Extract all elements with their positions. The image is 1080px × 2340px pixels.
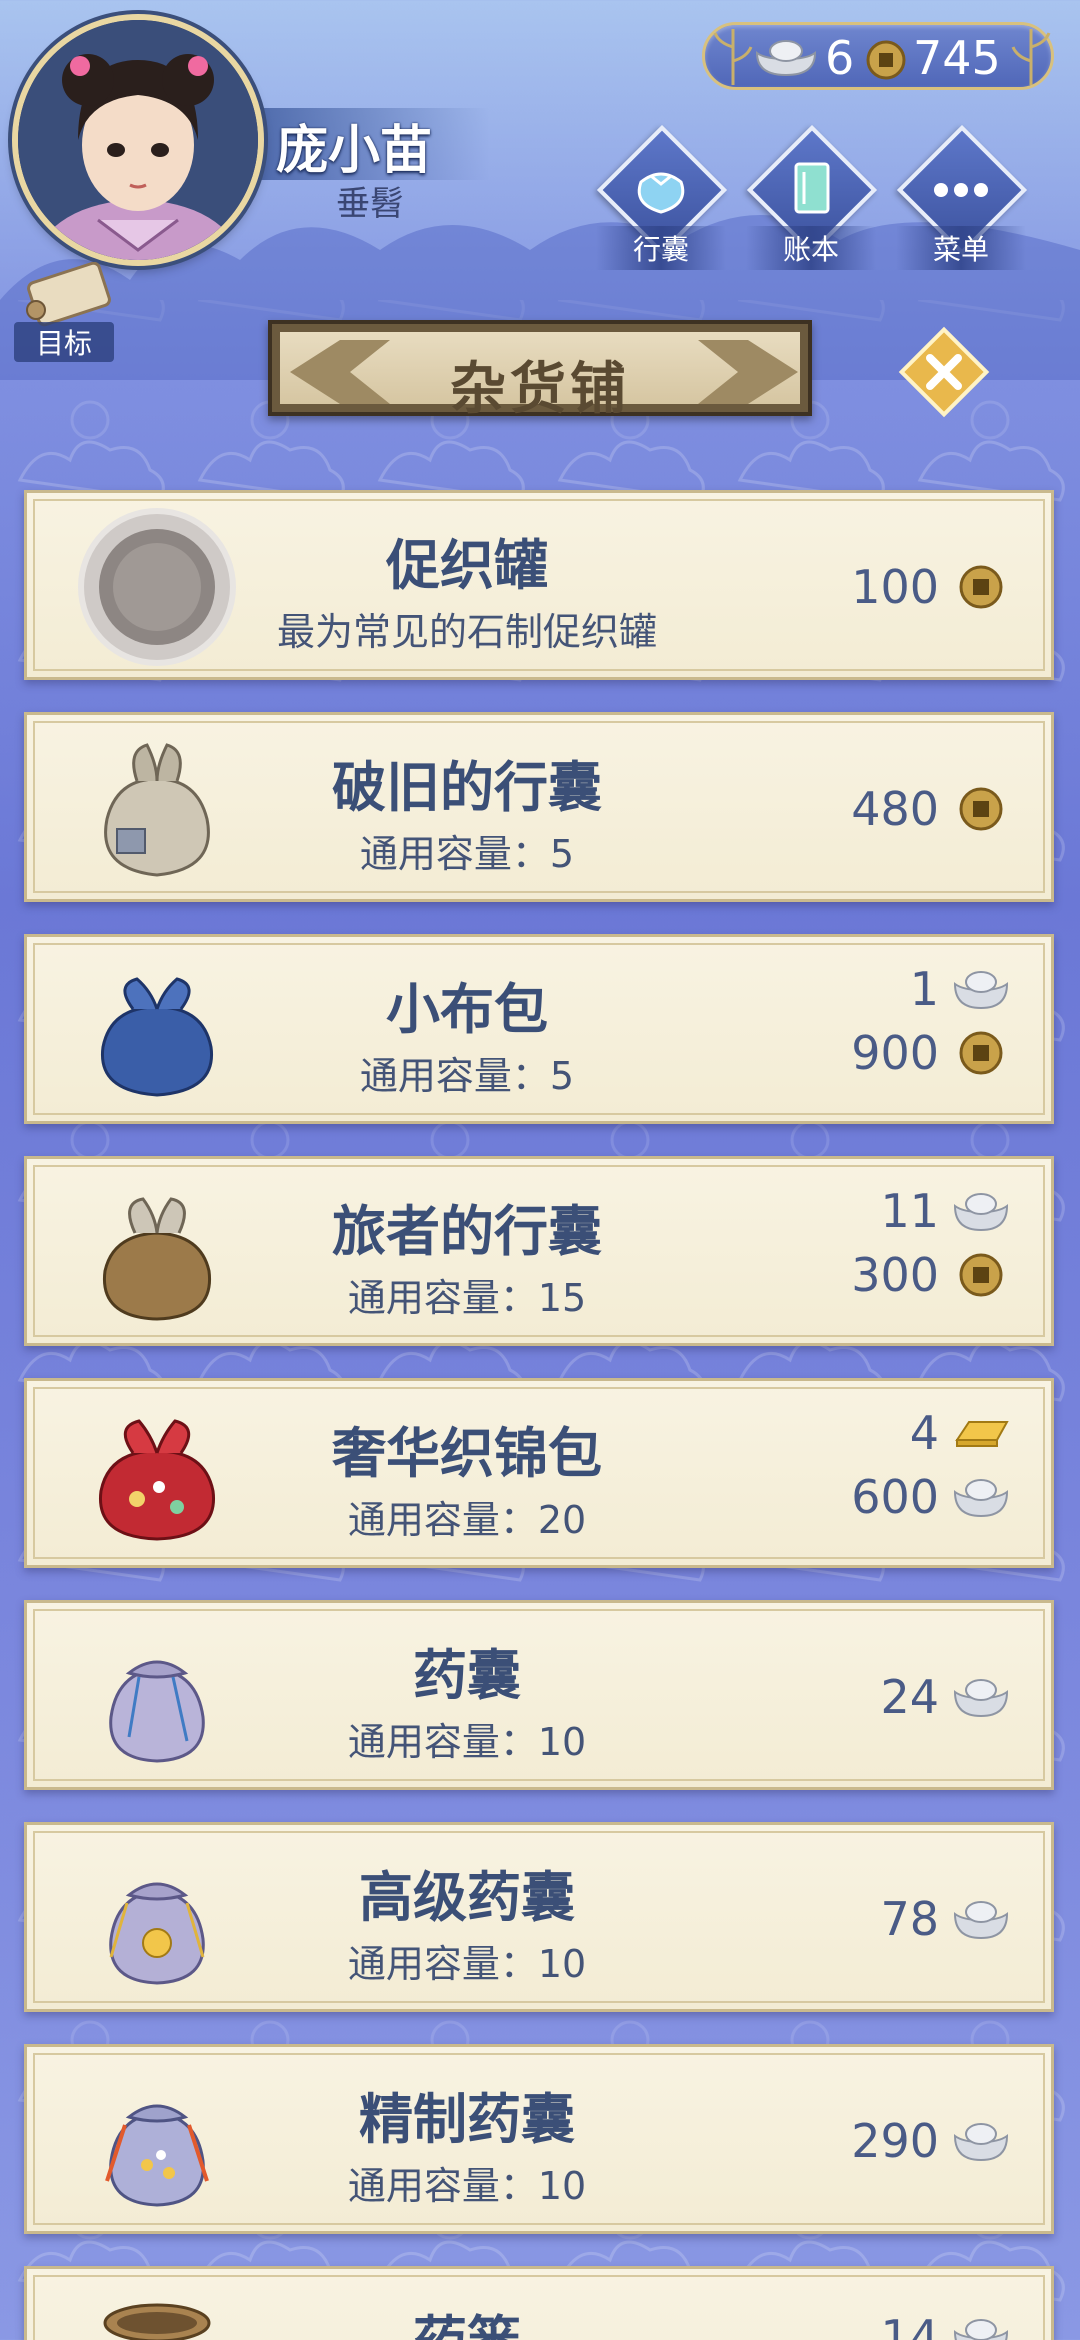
price-amount: 4: [909, 1406, 939, 1460]
advanced-herb-pouch-icon: [109, 1882, 205, 1985]
shop-title-plate: 杂货铺: [268, 320, 812, 422]
shop-item-card[interactable]: 破旧的行囊 通用容量：5 480: [24, 712, 1054, 902]
shop-item-card[interactable]: 药囊 通用容量：10 24: [24, 1600, 1054, 1790]
currency-bar: 6 745: [702, 22, 1054, 90]
menu-button-label: 菜单: [896, 226, 1026, 270]
price-row: 900: [851, 1025, 1011, 1081]
shop-item-card[interactable]: 精制药囊 通用容量：10 290: [24, 2044, 1054, 2234]
shop-item-card[interactable]: 旅者的行囊 通用容量：15 11 300: [24, 1156, 1054, 1346]
coin-count: 745: [913, 31, 1001, 85]
item-desc: 通用容量：5: [359, 832, 575, 876]
price-amount: 480: [851, 782, 939, 836]
shop-item-card[interactable]: 促织罐 最为常见的石制促织罐 100: [24, 490, 1054, 680]
silver-ingot-icon: [953, 2123, 1009, 2162]
price-amount: 600: [851, 1470, 939, 1524]
silver-ingot-icon: [953, 1901, 1009, 1940]
close-button[interactable]: [896, 324, 992, 420]
item-name: 高级药囊: [359, 1866, 575, 1929]
ledger-icon: [794, 162, 830, 214]
brocade-bag-icon: [98, 1419, 216, 1541]
silver-ingot-icon: [953, 1479, 1009, 1518]
silver-ingot-icon: [953, 1679, 1009, 1718]
stone-jar-icon: [78, 508, 236, 666]
close-icon: [898, 326, 990, 418]
item-desc: 通用容量：10: [347, 1720, 587, 1764]
game-header: 庞小苗 垂髫 目标 6 745 行囊 账本 菜单 杂货铺: [0, 0, 1080, 422]
price-row: 290: [851, 2113, 1011, 2169]
price-amount: 300: [851, 1248, 939, 1302]
item-name: 破旧的行囊: [332, 756, 602, 819]
bag-button-label: 行囊: [596, 226, 726, 270]
price-amount: 900: [851, 1026, 939, 1080]
avatar-portrait-icon: [18, 20, 258, 260]
price-row: 24: [880, 1669, 1011, 1725]
price-amount: 1: [909, 962, 939, 1016]
shop-title-inner: 杂货铺: [280, 332, 800, 422]
bamboo-right-icon: [1011, 29, 1051, 85]
ledger-button[interactable]: 账本: [746, 124, 878, 270]
ledger-button-label: 账本: [746, 226, 876, 270]
gold-bar-icon: [955, 1421, 1009, 1447]
bundle-icon: [637, 172, 685, 214]
menu-button[interactable]: 菜单: [896, 124, 1028, 270]
bag-button[interactable]: 行囊: [596, 124, 728, 270]
silver-count: 6: [825, 31, 855, 85]
shop-item-card[interactable]: 奢华织锦包 通用容量：20 4 600: [24, 1378, 1054, 1568]
goal-label: 目标: [14, 322, 114, 362]
traveler-bundle-icon: [102, 1197, 212, 1321]
player-avatar[interactable]: [12, 14, 264, 266]
item-desc: 通用容量：20: [347, 1498, 587, 1542]
shop-item-card[interactable]: 高级药囊 通用容量：10 78: [24, 1822, 1054, 2012]
item-name: 小布包: [386, 978, 548, 1041]
item-name: 促织罐: [386, 534, 548, 597]
item-desc: 通用容量：10: [347, 1942, 587, 1986]
item-name: 药囊: [413, 1644, 521, 1707]
silver-ingot-icon: [953, 971, 1009, 1010]
shop-item-card[interactable]: 小布包 通用容量：5 1 900: [24, 934, 1054, 1124]
price-row: 300: [851, 1247, 1011, 1303]
price-row: 600: [851, 1469, 1011, 1525]
price-row: 4: [910, 1405, 1011, 1461]
goal-button[interactable]: 目标: [14, 261, 124, 362]
price-row: 14: [880, 2309, 1011, 2340]
silver-ingot-icon: [755, 40, 817, 77]
price-amount: 24: [880, 1670, 939, 1724]
item-desc: 通用容量：15: [347, 1276, 587, 1320]
herb-basket-icon: [103, 2303, 211, 2340]
item-desc: 通用容量：10: [347, 2164, 587, 2208]
copper-coin-icon: [959, 565, 1003, 609]
refined-herb-pouch-icon: [105, 2104, 209, 2207]
copper-coin-icon: [959, 1253, 1003, 1297]
item-name: 旅者的行囊: [332, 1200, 602, 1263]
shop-item-card[interactable]: 药篓 14: [24, 2266, 1054, 2340]
price-row: 11: [880, 1183, 1011, 1239]
bamboo-left-icon: [713, 29, 753, 85]
item-name: 药篓: [227, 2297, 707, 2340]
price-row: 78: [880, 1891, 1011, 1947]
item-name: 奢华织锦包: [332, 1422, 602, 1485]
worn-bundle-icon: [104, 743, 210, 877]
silver-ingot-icon: [953, 2319, 1009, 2340]
price-amount: 290: [851, 2114, 939, 2168]
shop-title: 杂货铺: [450, 357, 630, 422]
price-row: 1: [910, 961, 1011, 1017]
player-title: 垂髫: [336, 184, 404, 224]
silver-ingot-icon: [953, 1193, 1009, 1232]
price-row: 480: [851, 781, 1011, 837]
copper-coin-icon: [866, 40, 906, 80]
copper-coin-icon: [959, 787, 1003, 831]
price-amount: 78: [880, 1892, 939, 1946]
player-name: 庞小苗: [276, 121, 433, 181]
item-desc: 最为常见的石制促织罐: [276, 610, 657, 654]
item-desc: 通用容量：5: [359, 1054, 575, 1098]
item-name: 精制药囊: [359, 2088, 575, 2151]
blue-cloth-bag-icon: [100, 977, 214, 1097]
price-amount: 11: [880, 1184, 939, 1238]
herb-pouch-icon: [109, 1660, 205, 1763]
price-amount: 14: [880, 2310, 939, 2340]
price-row: 100: [851, 559, 1011, 615]
menu-dots-icon: [934, 183, 988, 197]
copper-coin-icon: [959, 1031, 1003, 1075]
price-amount: 100: [851, 560, 939, 614]
